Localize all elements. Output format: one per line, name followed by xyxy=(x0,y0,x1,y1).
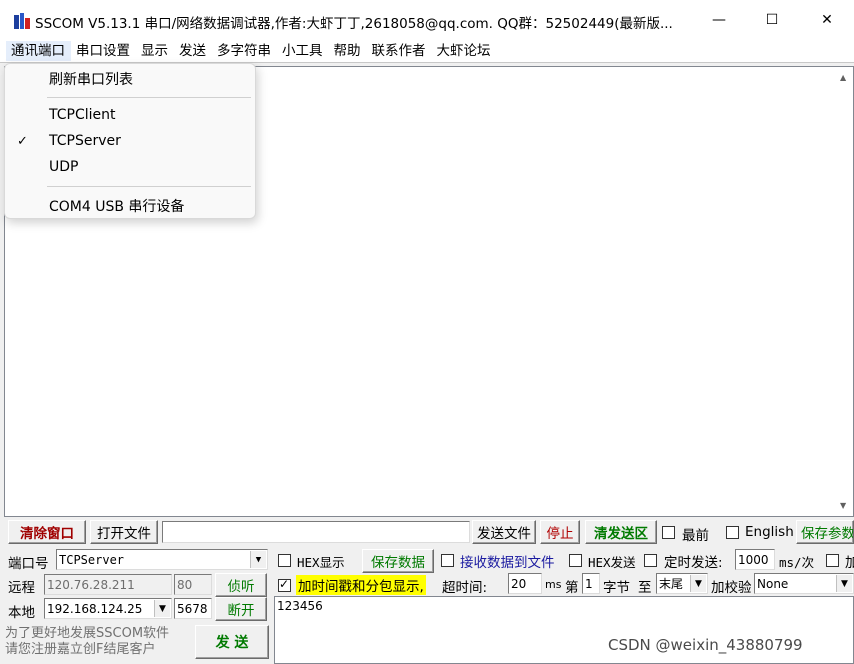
hex-display-checkbox[interactable] xyxy=(278,554,291,567)
interval-unit-label: ms/次 xyxy=(779,555,815,570)
promo-line-2[interactable]: 请您注册嘉立创F结尾客户 xyxy=(5,642,169,658)
timed-send-checkbox[interactable] xyxy=(644,554,657,567)
disconnect-button[interactable]: 断开 xyxy=(215,597,267,621)
hex-display-label: HEX显示 xyxy=(297,555,345,570)
port-select[interactable]: TCPServer ▼ xyxy=(56,549,268,570)
checkmark-icon: ✓ xyxy=(17,134,28,149)
byte-label: 字节 xyxy=(603,580,630,596)
port-select-value: TCPServer xyxy=(59,552,125,567)
local-label: 本地 xyxy=(8,605,35,621)
menu-tools[interactable]: 小工具 xyxy=(277,41,329,61)
local-ip-select[interactable]: 192.168.124.25 ▼ xyxy=(44,598,172,619)
recv-to-file-checkbox[interactable] xyxy=(441,554,454,567)
title-bar: SSCOM V5.13.1 串口/网络数据调试器,作者:大虾丁丁,2618058… xyxy=(0,0,854,40)
timeout-input[interactable]: 20 xyxy=(508,573,542,594)
menu-tcp-server[interactable]: TCPServer xyxy=(49,133,121,149)
send-text-content: 123456 xyxy=(277,599,323,613)
end-select-value: 末尾 xyxy=(659,577,684,591)
menu-display[interactable]: 显示 xyxy=(136,41,174,61)
checksum-select-value: None xyxy=(757,576,789,591)
checksum-label: 加校验 xyxy=(711,580,752,596)
byte-index-input[interactable]: 1 xyxy=(582,573,600,594)
menu-help[interactable]: 帮助 xyxy=(329,41,367,61)
port-label: 端口号 xyxy=(8,556,49,572)
file-path-input[interactable] xyxy=(162,521,470,543)
promo-text[interactable]: 为了更好地发展SSCOM软件 请您注册嘉立创F结尾客户 xyxy=(5,626,169,658)
menu-refresh-port-list[interactable]: 刷新串口列表 xyxy=(49,69,133,89)
timestamp-label: 加时间戳和分包显示, xyxy=(296,575,426,595)
topmost-label: 最前 xyxy=(682,528,709,544)
csdn-watermark: CSDN @weixin_43880799 xyxy=(608,636,803,654)
menu-comm-port[interactable]: 通讯端口 xyxy=(6,41,71,61)
open-file-button[interactable]: 打开文件 xyxy=(90,520,158,544)
menu-multi-string[interactable]: 多字符串 xyxy=(212,41,277,61)
promo-line-1[interactable]: 为了更好地发展SSCOM软件 xyxy=(5,626,169,642)
timestamp-checkbox[interactable] xyxy=(278,577,291,592)
checksum-select[interactable]: None ▼ xyxy=(754,573,854,594)
timed-send-label: 定时发送: xyxy=(664,555,723,571)
scroll-down-icon[interactable]: ▼ xyxy=(840,501,846,510)
add-checkbox[interactable] xyxy=(826,554,839,567)
menu-serial-settings[interactable]: 串口设置 xyxy=(71,41,136,61)
menu-send[interactable]: 发送 xyxy=(174,41,212,61)
remote-ip-field[interactable]: 120.76.28.211 xyxy=(44,574,172,595)
add-label: 加 xyxy=(845,555,854,571)
scroll-up-icon[interactable]: ▲ xyxy=(840,73,846,82)
send-file-button[interactable]: 发送文件 xyxy=(472,520,536,544)
send-button[interactable]: 发 送 xyxy=(195,625,269,659)
hex-send-label: HEX发送 xyxy=(588,555,636,570)
menu-contact-author[interactable]: 联系作者 xyxy=(367,41,432,61)
maximize-button[interactable]: ☐ xyxy=(749,0,795,40)
chevron-down-icon[interactable]: ▼ xyxy=(154,600,170,617)
listen-button[interactable]: 侦听 xyxy=(215,573,267,597)
stop-button[interactable]: 停止 xyxy=(540,520,580,544)
menu-com4-usb[interactable]: COM4 USB 串行设备 xyxy=(49,196,184,216)
recv-to-file-label: 接收数据到文件 xyxy=(460,555,555,571)
comm-port-dropdown: 刷新串口列表 TCPClient ✓ TCPServer UDP COM4 US… xyxy=(4,63,256,219)
app-icon xyxy=(14,13,30,29)
minimize-button[interactable]: — xyxy=(696,0,742,40)
menu-separator xyxy=(47,97,251,98)
chevron-down-icon[interactable]: ▼ xyxy=(690,575,706,592)
chevron-down-icon[interactable]: ▼ xyxy=(836,575,852,592)
to-label: 至 xyxy=(638,580,652,596)
save-data-button[interactable]: 保存数据 xyxy=(362,549,434,573)
end-select[interactable]: 末尾 ▼ xyxy=(656,573,708,594)
menu-udp[interactable]: UDP xyxy=(49,159,78,175)
menu-forum[interactable]: 大虾论坛 xyxy=(432,41,497,61)
english-label: English xyxy=(745,524,794,540)
vertical-scrollbar[interactable]: ▲ ▼ xyxy=(837,67,853,516)
chevron-down-icon[interactable]: ▼ xyxy=(250,551,266,568)
local-ip-value: 192.168.124.25 xyxy=(47,601,143,616)
timeout-label: 超时间: xyxy=(442,580,488,596)
hex-send-checkbox[interactable] xyxy=(569,554,582,567)
remote-label: 远程 xyxy=(8,580,35,596)
timeout-unit-label: ms xyxy=(545,578,562,591)
menu-tcp-client[interactable]: TCPClient xyxy=(49,107,115,123)
remote-port-field[interactable]: 80 xyxy=(174,574,212,595)
save-params-button[interactable]: 保存参数 xyxy=(796,520,854,544)
window-title: SSCOM V5.13.1 串口/网络数据调试器,作者:大虾丁丁,2618058… xyxy=(35,16,673,32)
local-port-field[interactable]: 5678 xyxy=(174,598,212,619)
close-button[interactable]: ✕ xyxy=(804,0,850,40)
menu-separator xyxy=(47,186,251,187)
topmost-checkbox[interactable] xyxy=(662,526,675,539)
clear-window-button[interactable]: 清除窗口 xyxy=(8,520,86,544)
di-label: 第 xyxy=(565,580,579,596)
english-checkbox[interactable] xyxy=(726,526,739,539)
menu-bar: 通讯端口 串口设置 显示 发送 多字符串 小工具 帮助 联系作者 大虾论坛 xyxy=(0,40,854,62)
clear-send-area-button[interactable]: 清发送区 xyxy=(585,520,657,544)
interval-input[interactable]: 1000 xyxy=(735,549,775,570)
